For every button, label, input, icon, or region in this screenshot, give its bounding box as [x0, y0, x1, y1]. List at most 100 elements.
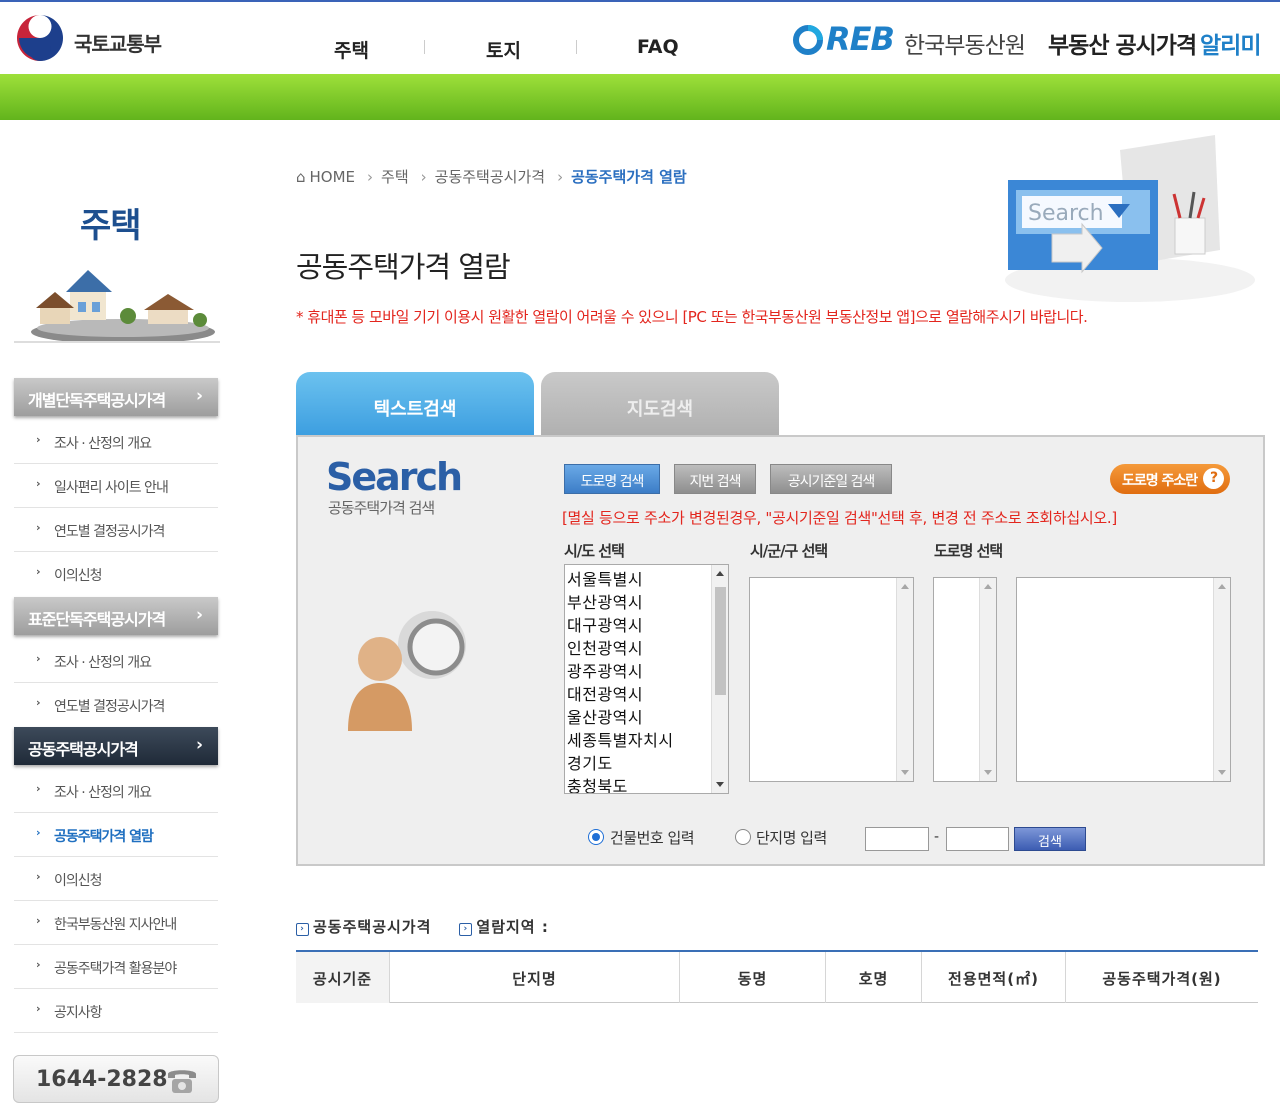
sidebar-item[interactable]: › 공지사항 [14, 989, 218, 1033]
scroll-up-icon[interactable] [901, 584, 909, 589]
sido-listbox[interactable]: 서울특별시 부산광역시 대구광역시 인천광역시 광주광역시 대전광역시 울산광역… [564, 564, 729, 794]
bullet-icon: › [36, 565, 40, 578]
scroll-up-icon[interactable] [716, 571, 724, 576]
sido-option[interactable]: 인천광역시 [567, 635, 643, 659]
bullet-icon: › [36, 1002, 40, 1015]
scroll-down-icon[interactable] [716, 782, 724, 787]
sidebar-item-current[interactable]: › 공동주택가격 열람 [14, 813, 218, 857]
sidebar-item[interactable]: › 일사편리 사이트 안내 [14, 464, 218, 508]
service-name[interactable]: 부동산 공시가격 [1048, 26, 1197, 60]
sidebar-item-label: 연도별 결정공시가격 [54, 699, 165, 715]
nav-land[interactable]: 토지 [486, 36, 521, 63]
question-icon: ? [1203, 468, 1224, 489]
chevron-right-icon: › [195, 605, 203, 625]
reb-name: 한국부동산원 [904, 33, 1026, 59]
sidebar-item[interactable]: › 조사 · 산정의 개요 [14, 769, 218, 813]
breadcrumb: ⌂ HOME › 주택 › 공동주택공시가격 › 공동주택가격 열람 [296, 166, 691, 187]
search-illustration-icon: Search [1005, 135, 1255, 302]
scroll-thumb[interactable] [715, 587, 726, 695]
sidebar-item[interactable]: › 이의신청 [14, 552, 218, 596]
scrollbar[interactable] [979, 578, 996, 781]
column-header: 호명 [826, 952, 922, 1003]
sidebar-item[interactable]: › 조사 · 산정의 개요 [14, 420, 218, 464]
search-logo: Search [326, 455, 463, 499]
column-header: 동명 [680, 952, 826, 1003]
sido-option[interactable]: 울산광역시 [567, 704, 643, 728]
sidebar-item[interactable]: › 연도별 결정공시가격 [14, 683, 218, 727]
column-header: 공동주택가격(원) [1102, 970, 1222, 988]
building-number-label[interactable]: 건물번호 입력 [610, 827, 695, 848]
scroll-up-icon[interactable] [1218, 584, 1226, 589]
sidebar-item[interactable]: › 조사 · 산정의 개요 [14, 639, 218, 683]
nav-divider [424, 40, 425, 54]
nav-faq[interactable]: FAQ [637, 36, 679, 58]
search-button[interactable]: 검색 [1014, 827, 1086, 851]
scrollbar[interactable] [1213, 578, 1230, 781]
nav-housing[interactable]: 주택 [334, 36, 369, 63]
sidebar-item-label: 연도별 결정공시가격 [54, 524, 165, 540]
sidebar-item-label: 조사 · 산정의 개요 [54, 655, 152, 671]
lot-number-search-button[interactable]: 지번 검색 [674, 464, 756, 494]
chevron-right-icon: › [195, 735, 203, 755]
region-label: 열람지역 : [476, 918, 549, 936]
breadcrumb-item[interactable]: 주택 [381, 168, 409, 186]
sidebar-item-label: 공지사항 [54, 1005, 103, 1021]
arrow-box-icon: › [459, 923, 473, 936]
sidebar-group-individual-house[interactable]: 개별단독주택공시가격 › [14, 378, 218, 416]
sidebar-item[interactable]: › 공동주택가격 활용분야 [14, 945, 218, 989]
road-name-listbox[interactable] [1016, 577, 1231, 782]
road-initial-listbox[interactable] [933, 577, 997, 782]
chevron-right-icon: › [195, 386, 203, 406]
building-number-radio[interactable] [588, 829, 604, 845]
scrollbar[interactable] [896, 578, 913, 781]
scroll-up-icon[interactable] [984, 584, 992, 589]
base-date-search-button[interactable]: 공시기준일 검색 [770, 464, 892, 494]
bullet-icon: › [36, 696, 40, 709]
sidebar-item-label: 공동주택가격 활용분야 [54, 961, 177, 977]
tab-text-search[interactable]: 텍스트검색 [296, 372, 534, 436]
breadcrumb-item[interactable]: 공동주택공시가격 [435, 168, 545, 186]
houses-illustration-icon [31, 270, 215, 342]
telephone-icon [168, 1070, 196, 1093]
road-address-help-button[interactable]: 도로명 주소란? [1110, 464, 1230, 494]
government-emblem-icon[interactable] [16, 14, 64, 62]
sido-option[interactable]: 서울특별시 [567, 566, 643, 590]
sidebar-item-label: 공동주택가격 열람 [54, 829, 154, 845]
sidebar-item[interactable]: › 이의신청 [14, 857, 218, 901]
sido-option[interactable]: 부산광역시 [567, 589, 643, 613]
bullet-icon: › [36, 826, 40, 839]
sidebar-item[interactable]: › 연도별 결정공시가격 [14, 508, 218, 552]
building-main-number-input[interactable] [865, 827, 929, 851]
sido-label: 시/도 선택 [564, 542, 625, 560]
road-name-search-button[interactable]: 도로명 검색 [564, 464, 660, 494]
sido-option[interactable]: 충청북도 [567, 773, 628, 793]
tab-map-search[interactable]: 지도검색 [541, 372, 779, 436]
scrollbar[interactable] [711, 565, 728, 793]
search-art-text: Search [1028, 201, 1104, 226]
building-sub-number-input[interactable] [946, 827, 1009, 851]
sido-option[interactable]: 경기도 [567, 750, 613, 774]
address-change-warning: [멸실 등으로 주소가 변경된경우, "공시기준일 검색"선택 후, 변경 전 … [562, 509, 1117, 527]
home-icon: ⌂ [296, 168, 306, 186]
sido-option[interactable]: 대전광역시 [567, 681, 643, 705]
person-magnifier-icon [348, 611, 466, 731]
scroll-down-icon[interactable] [984, 770, 992, 775]
sido-option[interactable]: 대구광역시 [567, 612, 643, 636]
scroll-down-icon[interactable] [1218, 770, 1226, 775]
sigungu-listbox[interactable] [749, 577, 914, 782]
sidebar-group-apartment[interactable]: 공동주택공시가격 › [14, 727, 218, 765]
complex-name-label[interactable]: 단지명 입력 [756, 827, 827, 848]
breadcrumb-current: 공동주택가격 열람 [571, 168, 687, 186]
breadcrumb-separator: › [557, 168, 564, 186]
complex-name-radio[interactable] [735, 829, 751, 845]
scroll-down-icon[interactable] [901, 770, 909, 775]
service-accent[interactable]: 알리미 [1200, 26, 1261, 60]
breadcrumb-home[interactable]: HOME [310, 168, 356, 186]
column-header: 단지명 [390, 952, 680, 1003]
sidebar-group-standard-house[interactable]: 표준단독주택공시가격 › [14, 597, 218, 635]
number-dash: - [934, 829, 940, 845]
sido-option[interactable]: 세종특별자치시 [567, 727, 674, 751]
sido-option[interactable]: 광주광역시 [567, 658, 643, 682]
sidebar-item[interactable]: › 한국부동산원 지사안내 [14, 901, 218, 945]
ministry-name[interactable]: 국토교통부 [74, 28, 162, 57]
